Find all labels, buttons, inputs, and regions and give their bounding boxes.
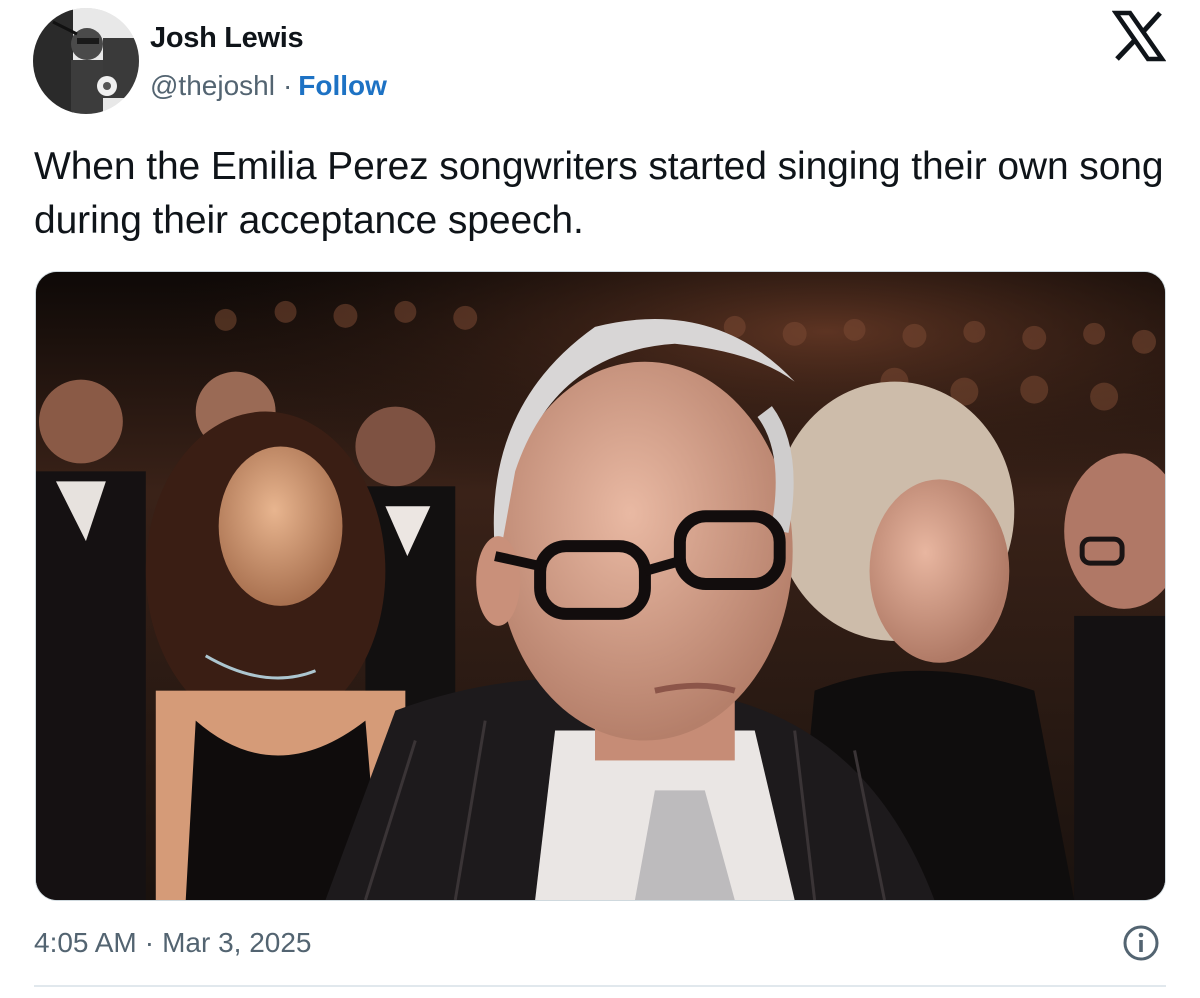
author-handle[interactable]: @thejoshl: [150, 70, 275, 101]
tweet-timestamp[interactable]: 4:05 AM · Mar 3, 2025: [34, 923, 311, 963]
tweet-date: Mar 3, 2025: [162, 927, 312, 958]
x-logo-icon[interactable]: [1112, 9, 1166, 63]
avatar[interactable]: [33, 8, 139, 114]
author-display-name[interactable]: Josh Lewis: [150, 20, 304, 56]
avatar-image: [33, 8, 139, 114]
author-handle-row: @thejoshl · Follow: [150, 68, 387, 104]
follow-button[interactable]: Follow: [298, 70, 387, 101]
timestamp-separator: ·: [144, 927, 155, 958]
tweet-time: 4:05 AM: [34, 927, 137, 958]
info-icon[interactable]: [1122, 924, 1160, 962]
tweet-text: When the Emilia Perez songwriters starte…: [34, 145, 1164, 242]
divider: [34, 985, 1166, 987]
tweet-media-photo[interactable]: [35, 271, 1166, 901]
handle-separator: ·: [282, 70, 293, 101]
